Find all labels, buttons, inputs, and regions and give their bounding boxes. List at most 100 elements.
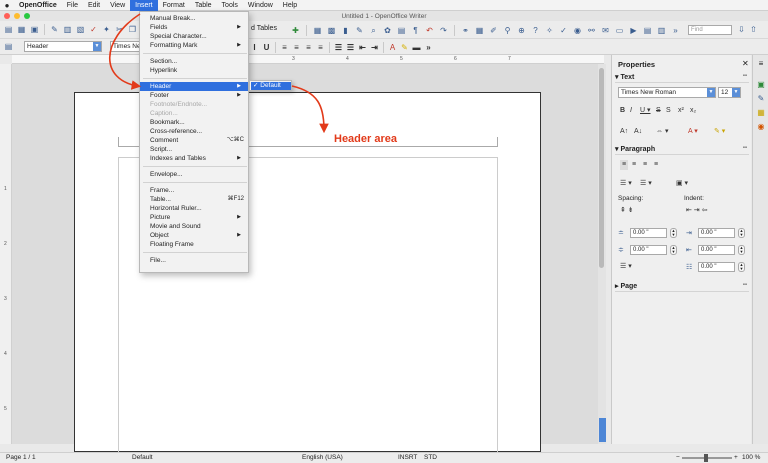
after-indent-input[interactable]: 0.00 "	[698, 245, 735, 255]
redo-icon[interactable]: ↷	[438, 25, 449, 36]
comments-icon[interactable]: ✉	[600, 25, 611, 36]
page-style-indicator[interactable]: Default	[132, 453, 153, 463]
help-icon[interactable]: ?	[530, 25, 541, 36]
first-line-indent-input[interactable]: 0.00 "	[698, 262, 735, 272]
menu-item-table[interactable]: Table... ⌘F12	[140, 195, 248, 204]
navigator-icon[interactable]: ✚	[290, 25, 301, 36]
bullets-icon[interactable]: ☰ ▾	[620, 179, 632, 189]
italic-icon[interactable]: I	[630, 106, 632, 116]
table-icon[interactable]: ▦	[312, 25, 323, 36]
print-icon[interactable]: ▧	[75, 24, 86, 35]
font-color-icon[interactable]: A	[387, 42, 398, 53]
menu-item-frame[interactable]: Frame...	[140, 186, 248, 195]
chevron-down-icon[interactable]: ▼	[732, 88, 740, 97]
menu-item-hyperlink[interactable]: Hyperlink	[140, 66, 248, 75]
menu-view[interactable]: View	[105, 0, 130, 11]
menu-item-object[interactable]: Object ▶	[140, 231, 248, 240]
after-indent-stepper[interactable]: ▲ ▼	[738, 245, 745, 255]
menu-item-indexes-and-tables[interactable]: Indexes and Tables ▶	[140, 154, 248, 163]
sidebar-toggle-icon[interactable]: ▥	[656, 25, 667, 36]
highlight-color-icon[interactable]: ✎ ▾	[714, 127, 725, 137]
paragraph-style-combo[interactable]: Header ▼	[24, 41, 102, 52]
macro-icon[interactable]: ▶	[628, 25, 639, 36]
strikethrough-icon[interactable]: S	[656, 106, 661, 116]
navigation-buttons[interactable]	[599, 418, 606, 442]
before-indent-stepper[interactable]: ▲ ▼	[738, 228, 745, 238]
menu-item-horizontal-ruler[interactable]: Horizontal Ruler...	[140, 204, 248, 213]
close-icon[interactable]: ✕	[742, 59, 749, 68]
new-document-icon[interactable]: ▤	[3, 24, 14, 35]
align-center-icon[interactable]: ≡	[291, 42, 302, 53]
shrink-font-icon[interactable]: A↓	[634, 127, 642, 137]
menu-app[interactable]: OpenOffice	[14, 0, 62, 11]
export-pdf-icon[interactable]: ▥	[62, 24, 73, 35]
styles-list-icon[interactable]: ▤	[3, 41, 14, 52]
zoom-level[interactable]: 100 %	[742, 453, 760, 463]
menu-item-floating-frame[interactable]: Floating Frame	[140, 240, 248, 249]
align-left-icon[interactable]: ≡	[279, 42, 290, 53]
edit-icon[interactable]: ✎	[49, 24, 60, 35]
forms-icon[interactable]: ▭	[614, 25, 625, 36]
menu-icon[interactable]: ≡	[756, 59, 766, 69]
draw-icon[interactable]: ✎	[354, 25, 365, 36]
menu-item-envelope[interactable]: Envelope...	[140, 170, 248, 179]
chart-icon[interactable]: ▮	[340, 25, 351, 36]
above-spacing-input[interactable]: 0.00 "	[630, 228, 667, 238]
menu-table[interactable]: Table	[190, 0, 217, 11]
menu-item-movie-and-sound[interactable]: Movie and Sound	[140, 222, 248, 231]
show-draw-icon[interactable]: ✐	[488, 25, 499, 36]
submenu-item-default[interactable]: ✓ Default	[251, 82, 291, 90]
more-options-icon[interactable]: ▪▪	[743, 145, 747, 151]
zoom-in-icon[interactable]: +	[734, 453, 738, 463]
menu-item-picture[interactable]: Picture ▶	[140, 213, 248, 222]
increase-spacing-icon[interactable]: ⇞ ⇟	[620, 206, 634, 216]
menu-insert[interactable]: Insert	[130, 0, 158, 11]
character-spacing-icon[interactable]: ⇔ ▾	[656, 127, 668, 137]
vertical-ruler[interactable]: 1 2 3 4 5	[0, 64, 12, 444]
justify-icon[interactable]: ≡	[315, 42, 326, 53]
insert-mode-indicator[interactable]: INSRT	[398, 453, 417, 463]
chevron-down-icon[interactable]: ▼	[93, 42, 101, 51]
preview-icon[interactable]: ✓	[88, 24, 99, 35]
bold-icon[interactable]: B	[620, 106, 625, 116]
below-spacing-input[interactable]: 0.00 "	[630, 245, 667, 255]
spellcheck-icon[interactable]: ✦	[101, 24, 112, 35]
vertical-scrollbar[interactable]	[598, 64, 606, 444]
menu-item-header[interactable]: Header ▶	[140, 82, 248, 91]
more-icon[interactable]: »	[670, 25, 681, 36]
gallery-icon[interactable]: ✿	[382, 25, 393, 36]
menu-item-comment[interactable]: Comment ⌥⌘C	[140, 136, 248, 145]
scrollbar-thumb[interactable]	[599, 68, 604, 268]
find-bar-icon[interactable]: ⚲	[502, 25, 513, 36]
italic-icon[interactable]: I	[249, 42, 260, 53]
paragraph-section-header[interactable]: ▾ Paragraph ▪▪	[615, 145, 749, 155]
menu-help[interactable]: Help	[278, 0, 302, 11]
menu-item-footer[interactable]: Footer ▶	[140, 91, 248, 100]
menu-item-section[interactable]: Section...	[140, 57, 248, 66]
menu-window[interactable]: Window	[243, 0, 278, 11]
chevron-down-icon[interactable]: ▼	[707, 88, 715, 97]
image-icon[interactable]: ▩	[326, 25, 337, 36]
menu-item-formatting-mark[interactable]: Formatting Mark ▶	[140, 41, 248, 50]
sidebar-font-name[interactable]: Times New Roman ▼	[618, 87, 716, 98]
horizontal-ruler[interactable]: 1 2 3 4 5 6 7	[12, 55, 604, 64]
menu-item-fields[interactable]: Fields ▶	[140, 23, 248, 32]
menu-tools[interactable]: Tools	[217, 0, 243, 11]
align-left-icon[interactable]: ≡	[620, 160, 629, 170]
copy-icon[interactable]: ❐	[127, 24, 138, 35]
menu-item-cross-reference[interactable]: Cross-reference...	[140, 127, 248, 136]
record-icon[interactable]: ◉	[572, 25, 583, 36]
numbering-icon[interactable]: ☰	[333, 42, 344, 53]
zoom-icon[interactable]: ⊕	[516, 25, 527, 36]
subscript-icon[interactable]: x₂	[690, 106, 696, 116]
superscript-icon[interactable]: x²	[678, 106, 684, 116]
undo-icon[interactable]: ↶	[424, 25, 435, 36]
menu-item-special-character[interactable]: Special Character...	[140, 32, 248, 41]
apple-icon[interactable]: ●	[0, 1, 14, 10]
language-indicator[interactable]: English (USA)	[302, 453, 343, 463]
before-indent-input[interactable]: 0.00 "	[698, 228, 735, 238]
find-previous-icon[interactable]: ⇩	[736, 24, 747, 35]
styles-icon[interactable]: ▤	[642, 25, 653, 36]
background-color-icon[interactable]: ▬	[411, 42, 422, 53]
more-options-icon[interactable]: ▪▪	[743, 282, 747, 288]
